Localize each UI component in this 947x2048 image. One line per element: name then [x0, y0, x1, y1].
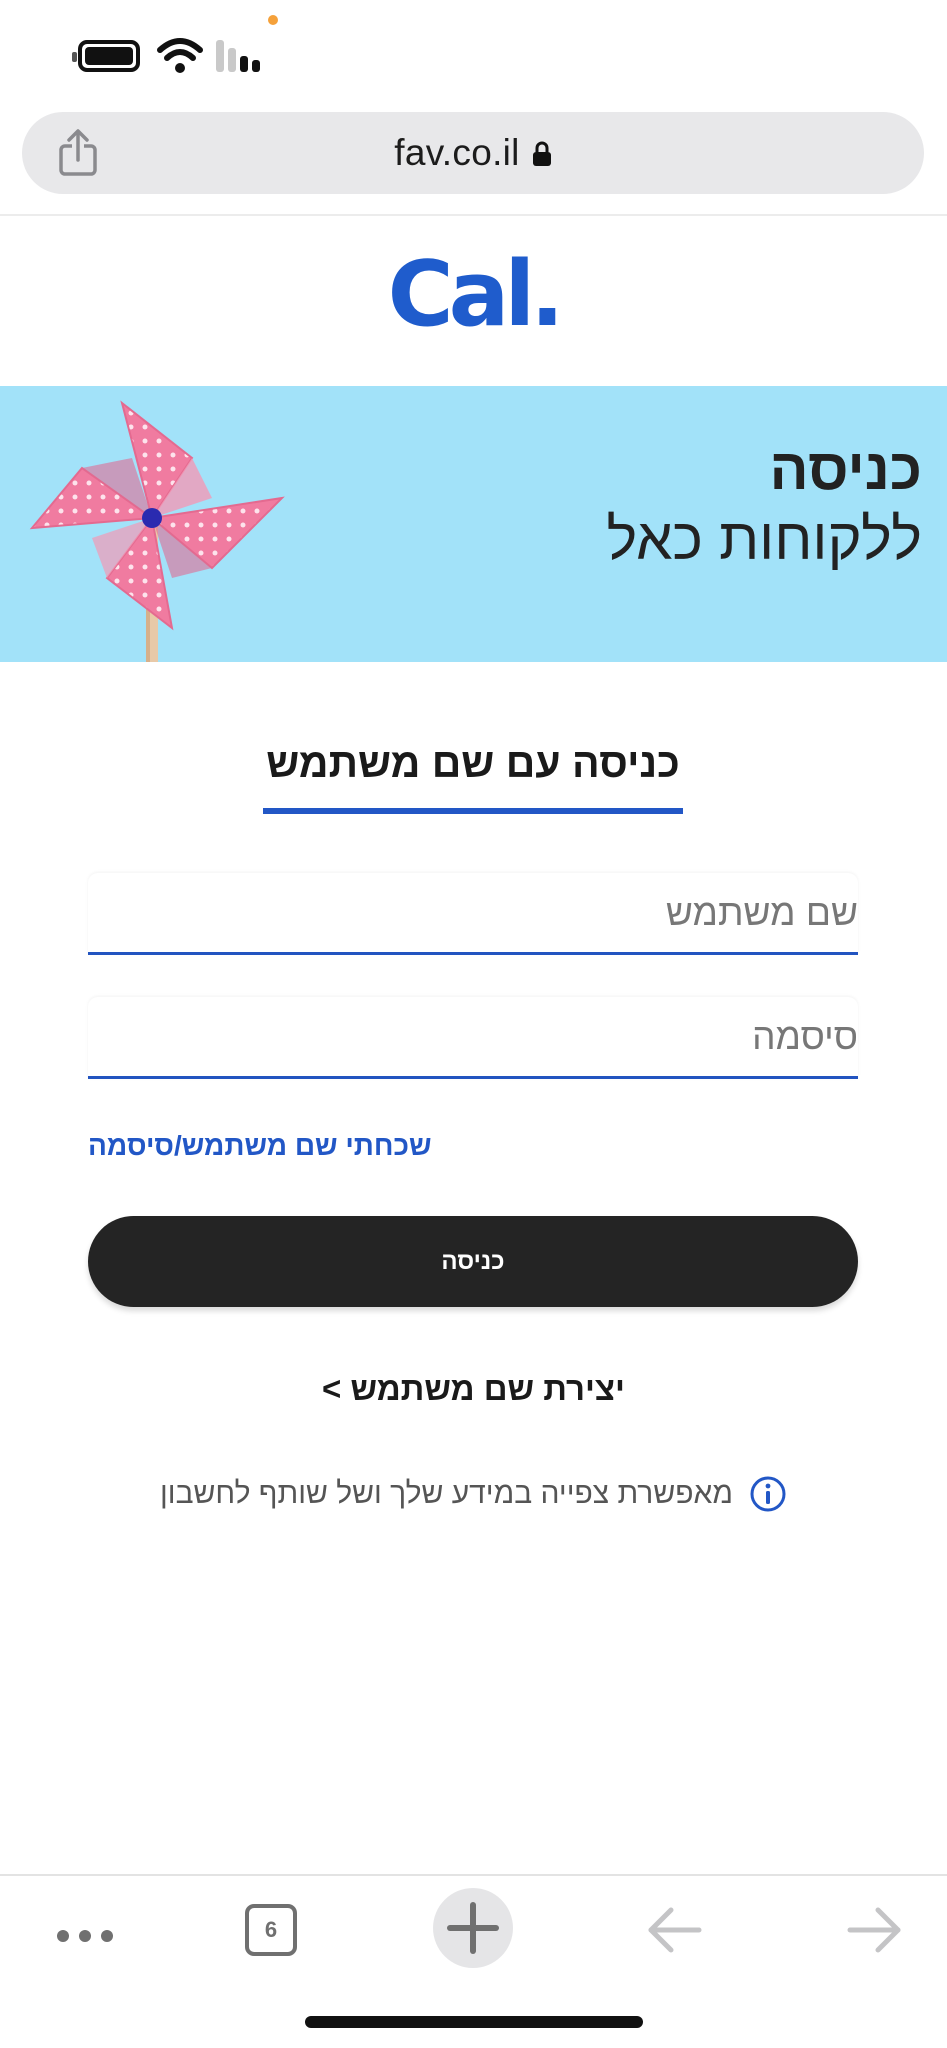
back-arrow-icon[interactable] [645, 1900, 705, 1960]
info-note: מאפשרת צפייה במידע שלך ושל שותף לחשבון [0, 1475, 947, 1513]
address-bar[interactable]: fav.co.il [22, 112, 924, 194]
tab-active-indicator [263, 808, 683, 814]
pinwheel-image [29, 400, 285, 662]
tab-label: כניסה עם שם משתמש [266, 740, 680, 786]
url-text[interactable]: fav.co.il [394, 132, 519, 174]
new-tab-button[interactable] [433, 1888, 513, 1968]
new-tab-icon [447, 1902, 499, 1954]
banner-title: כניסה [769, 437, 922, 502]
status-bar [0, 0, 947, 105]
wifi-icon [157, 38, 203, 73]
lock-icon [532, 141, 551, 166]
forward-arrow-icon[interactable] [844, 1900, 904, 1960]
banner-subtitle: ללקוחות כאל [606, 507, 922, 572]
info-text: מאפשרת צפייה במידע שלך ושל שותף לחשבון [160, 1477, 733, 1510]
create-username-link[interactable]: יצירת שם משתמש > [0, 1370, 947, 1408]
signal-icon [216, 38, 268, 72]
username-input[interactable] [88, 873, 858, 952]
tabs-icon[interactable]: 6 [245, 1904, 297, 1956]
battery-icon [72, 40, 140, 72]
tab-username-login[interactable]: כניסה עם שם משתמש [263, 732, 683, 814]
home-indicator[interactable] [305, 2016, 643, 2028]
login-banner: כניסה ללקוחות כאל [0, 386, 947, 662]
password-field-container [88, 997, 858, 1079]
more-icon[interactable] [55, 1921, 115, 1951]
divider [0, 214, 947, 216]
password-input[interactable] [88, 997, 858, 1076]
login-button[interactable]: כניסה [88, 1216, 858, 1307]
username-field-container [88, 873, 858, 955]
privacy-indicator-dot [268, 15, 278, 25]
info-icon[interactable] [749, 1475, 787, 1513]
forgot-credentials-link[interactable]: שכחתי שם משתמש/סיסמה [88, 1130, 432, 1162]
cal-logo[interactable]: Cal. [0, 240, 947, 350]
